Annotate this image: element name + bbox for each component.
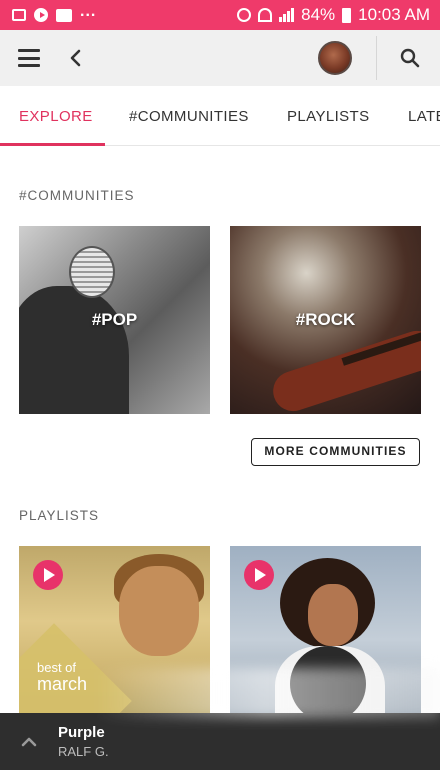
wifi-icon [258, 8, 273, 22]
image-notification-icon [12, 9, 26, 21]
battery-percent: 84% [301, 5, 336, 24]
badge-line-2: march [37, 674, 88, 694]
menu-icon[interactable] [18, 49, 40, 67]
playlist-image-face [119, 566, 199, 656]
app-bar [0, 30, 440, 86]
play-icon[interactable] [244, 560, 274, 590]
search-icon[interactable] [400, 48, 420, 68]
clock: 10:03 AM [358, 5, 430, 24]
community-label: #ROCK [295, 310, 356, 329]
community-tile-pop[interactable]: #POP [19, 226, 210, 414]
mini-player[interactable]: Purple RALF G. [0, 668, 440, 770]
playlists-heading: PLAYLISTS [19, 508, 100, 523]
playlist-badge-text: best of march [37, 659, 87, 693]
tab-bar: EXPLORE #COMMUNITIES PLAYLISTS LATEST [0, 86, 440, 146]
more-communities-button[interactable]: MORE COMMUNITIES [251, 438, 420, 466]
community-label: #POP [91, 310, 138, 329]
community-tile-rock[interactable]: #ROCK [230, 226, 421, 414]
alarm-icon [237, 8, 252, 22]
avatar[interactable] [318, 41, 352, 75]
tab-latest[interactable]: LATEST [408, 86, 440, 145]
active-tab-indicator [0, 143, 105, 146]
more-notifications-indicator: ... [80, 3, 97, 20]
play-icon[interactable] [33, 560, 63, 590]
track-artist: RALF G. [58, 744, 109, 759]
app-bar-divider [376, 36, 377, 80]
player-overlay [95, 668, 440, 718]
battery-icon [342, 7, 352, 23]
message-notification-icon [56, 8, 72, 22]
playlist-image-face [308, 584, 358, 646]
signal-icon [279, 8, 295, 22]
chevron-up-icon[interactable] [20, 733, 38, 751]
tab-playlists[interactable]: PLAYLISTS [287, 86, 370, 145]
track-title: Purple [58, 724, 105, 741]
back-arrow-icon[interactable] [66, 48, 86, 68]
communities-heading: #COMMUNITIES [19, 188, 135, 203]
play-notification-icon [34, 8, 48, 22]
tab-communities[interactable]: #COMMUNITIES [129, 86, 249, 145]
tab-explore[interactable]: EXPLORE [19, 86, 93, 145]
status-bar: ... 84% 10:03 AM [0, 0, 440, 30]
